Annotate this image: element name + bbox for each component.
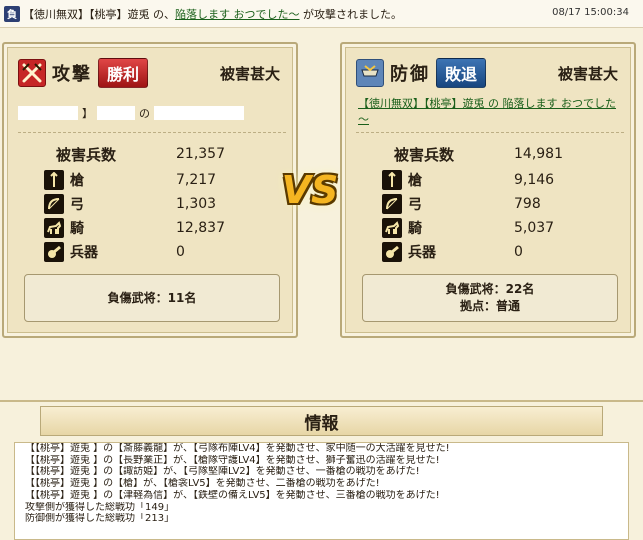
battle-info-section: 情報 【【桃亭】遊兎 】の【斎藤義龍】が、【弓隊布陣LV4】を発動させ、家中随一… — [0, 400, 643, 540]
defender-side-label: 防御 — [390, 64, 430, 85]
attacker-unit-row: 兵器 0 — [44, 242, 264, 262]
attacker-damage-level: 被害甚大 — [219, 64, 280, 83]
defender-damage-level: 被害甚大 — [557, 64, 618, 83]
attacker-header: 攻撃 勝利 被害甚大 — [18, 58, 284, 88]
redacted-castle — [154, 106, 244, 120]
notification-timestamp: 08/17 15:00:34 — [552, 7, 629, 18]
injured-generals: 負傷武将：22名 — [445, 282, 535, 296]
unit-name: 槍 — [70, 173, 84, 189]
attacker-unit-row: 騎 12,837 — [44, 218, 264, 238]
losses-label: 被害兵数 — [394, 145, 455, 164]
attacker-unit-row: 槍 7,217 — [44, 170, 264, 190]
log-line: 攻撃側が獲得した総戦功「149」 — [25, 501, 175, 513]
log-line: 【【桃亭】遊兎 】の【槍】が、【槍衾LV5】を発動させ、二番槍の戦功をあげた! — [25, 478, 380, 490]
defender-total-losses: 被害兵数 14,981 — [382, 144, 602, 164]
redacted-player — [97, 106, 135, 120]
defender-panel: 防御 敗退 被害甚大 【徳川無双】【桃亭】遊兎 の 陥落します おつでした～ 被… — [340, 42, 636, 338]
attacker-panel: 攻撃 勝利 被害甚大 】 の 被害兵数 21,357 槍 7,217 弓 1,3… — [2, 42, 298, 338]
unit-name: 兵器 — [70, 245, 98, 261]
attacker-unit-row: 弓 1,303 — [44, 194, 264, 214]
victory-badge: 勝利 — [98, 58, 149, 88]
siege-icon — [382, 242, 402, 262]
divider — [356, 132, 624, 133]
attacker-total-losses: 被害兵数 21,357 — [44, 144, 264, 164]
spear-icon — [44, 170, 64, 190]
log-line: 【【桃亭】遊兎 】の【長野業正】が、【槍隊守護LV4】を発動させ、獅子奮迅の活躍… — [25, 454, 440, 466]
log-line: 【【桃亭】遊兎 】の【斎藤義龍】が、【弓隊布陣LV4】を発動させ、家中随一の大活… — [25, 443, 450, 454]
unit-count: 12,837 — [176, 220, 225, 236]
defender-header: 防御 敗退 被害甚大 — [356, 58, 622, 88]
info-title: 情報 — [40, 406, 603, 436]
defender-unit-row: 槍 9,146 — [382, 170, 602, 190]
notification-prefix: 【徳川無双】【桃亭】遊兎 の、 — [23, 7, 175, 21]
notification-message: 【徳川無双】【桃亭】遊兎 の、陥落します おつでした～ が攻撃されました。 — [23, 6, 402, 22]
attacker-summary-box: 負傷武将：11名 — [24, 274, 280, 322]
defeat-badge: 負 — [4, 5, 20, 22]
unit-name: 騎 — [408, 221, 422, 237]
attacker-bracket: 】 — [82, 107, 93, 120]
battle-notification-bar: 負 【徳川無双】【桃亭】遊兎 の、陥落します おつでした～ が攻撃されました。 … — [0, 0, 643, 28]
defender-summary-box: 負傷武将：22名 拠点：普通 — [362, 274, 618, 322]
unit-count: 7,217 — [176, 172, 217, 188]
unit-count: 5,037 — [514, 220, 555, 236]
log-line: 【【桃亭】遊兎 】の【津軽為信】が、【鉄壁の備えLV5】を発動させ、三番槍の戦功… — [25, 489, 440, 501]
spear-icon — [382, 170, 402, 190]
horse-icon — [44, 218, 64, 238]
bow-icon — [382, 194, 402, 214]
unit-count: 1,303 — [176, 196, 217, 212]
target-castle-link[interactable]: 陥落します おつでした～ — [175, 8, 300, 21]
unit-count: 0 — [514, 244, 523, 260]
log-line: 【【桃亭】遊兎 】の【諏訪姫】が、【弓隊堅陣LV2】を発動させ、一番槍の戦功をあ… — [25, 466, 420, 478]
shield-icon — [356, 59, 384, 87]
defender-unit-row: 兵器 0 — [382, 242, 602, 262]
defender-unit-row: 騎 5,037 — [382, 218, 602, 238]
losses-value: 21,357 — [176, 146, 225, 162]
defender-unit-row: 弓 798 — [382, 194, 602, 214]
defender-player-link[interactable]: 【徳川無双】【桃亭】遊兎 の — [358, 97, 503, 110]
crossed-swords-icon — [18, 59, 46, 87]
unit-count: 9,146 — [514, 172, 555, 188]
log-line: 防御側が獲得した総戦功「213」 — [25, 513, 175, 525]
unit-count: 798 — [514, 196, 541, 212]
retreat-badge: 敗退 — [436, 58, 487, 88]
defender-player-line: 【徳川無双】【桃亭】遊兎 の 陥落します おつでした～ — [358, 96, 620, 128]
notification-suffix: が攻撃されました。 — [299, 7, 402, 21]
divider — [18, 132, 286, 133]
siege-icon — [44, 242, 64, 262]
redacted-alliance — [18, 106, 78, 120]
base-type: 拠点：普通 — [459, 299, 520, 313]
bow-icon — [44, 194, 64, 214]
unit-name: 騎 — [70, 221, 84, 237]
attacker-side-label: 攻撃 — [52, 64, 92, 85]
unit-name: 兵器 — [408, 245, 436, 261]
battle-log: 【【桃亭】遊兎 】の【斎藤義龍】が、【弓隊布陣LV4】を発動させ、家中随一の大活… — [14, 442, 629, 540]
attacker-possessive: の — [139, 107, 150, 120]
unit-count: 0 — [176, 244, 185, 260]
losses-value: 14,981 — [514, 146, 563, 162]
attacker-player-line: 】 の — [18, 102, 286, 124]
unit-name: 弓 — [70, 197, 84, 213]
unit-name: 弓 — [408, 197, 422, 213]
horse-icon — [382, 218, 402, 238]
losses-label: 被害兵数 — [56, 145, 117, 164]
unit-name: 槍 — [408, 173, 422, 189]
injured-generals: 負傷武将：11名 — [107, 290, 197, 305]
